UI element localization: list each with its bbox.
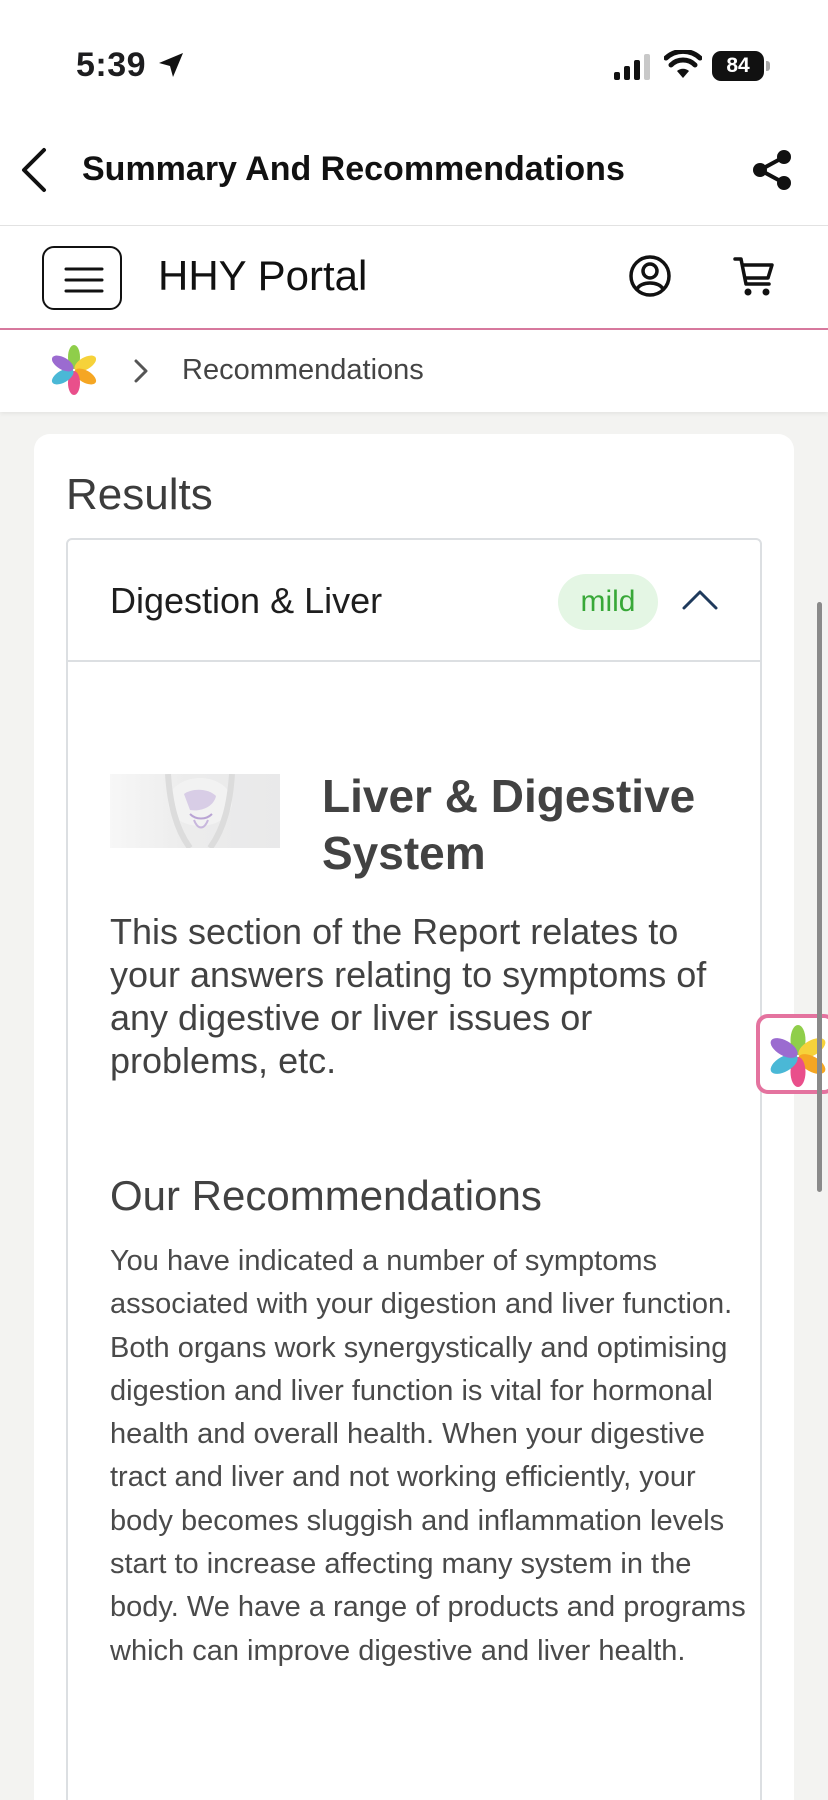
accordion-digestion-liver: Digestion & Liver mild Liver & Digestive… [66,538,762,1800]
anatomy-image [110,774,280,848]
chevron-left-icon[interactable] [14,146,56,194]
app-nav-header: Summary And Recommendations [0,110,828,226]
results-card: Results Digestion & Liver mild Liver & D… [34,434,794,1800]
section-title: Liver & Digestive System [322,770,696,879]
results-title: Results [66,470,213,519]
portal-header: HHY Portal [0,226,828,330]
chevron-right-icon [134,359,148,383]
chevron-up-icon[interactable] [680,584,720,616]
menu-button[interactable] [42,246,122,310]
breadcrumb: Recommendations [0,330,828,412]
recommendations-heading: Our Recommendations [110,1172,542,1219]
cart-icon[interactable] [732,254,776,298]
wifi-icon [664,50,702,78]
scrollbar[interactable] [817,602,822,1192]
share-icon[interactable] [750,148,794,192]
location-arrow-icon [159,53,183,77]
accordion-header[interactable]: Digestion & Liver mild [68,540,760,662]
flower-logo-icon[interactable] [48,344,100,396]
user-circle-icon[interactable] [628,254,672,298]
battery-level: 84 [712,51,764,81]
breadcrumb-current: Recommendations [182,354,424,386]
battery-icon: 84 [712,51,770,81]
severity-badge: mild [558,574,658,630]
section-description: This section of the Report relates to yo… [110,911,707,1081]
hamburger-menu-icon [64,267,104,293]
signal-icon [614,54,650,80]
page-title: Summary And Recommendations [82,150,625,188]
status-time: 5:39 [76,46,147,84]
recommendations-body: You have indicated a number of symptoms … [110,1245,746,1667]
accordion-title: Digestion & Liver [110,580,383,621]
portal-title: HHY Portal [158,252,368,299]
status-bar: 5:39 84 [0,0,828,110]
